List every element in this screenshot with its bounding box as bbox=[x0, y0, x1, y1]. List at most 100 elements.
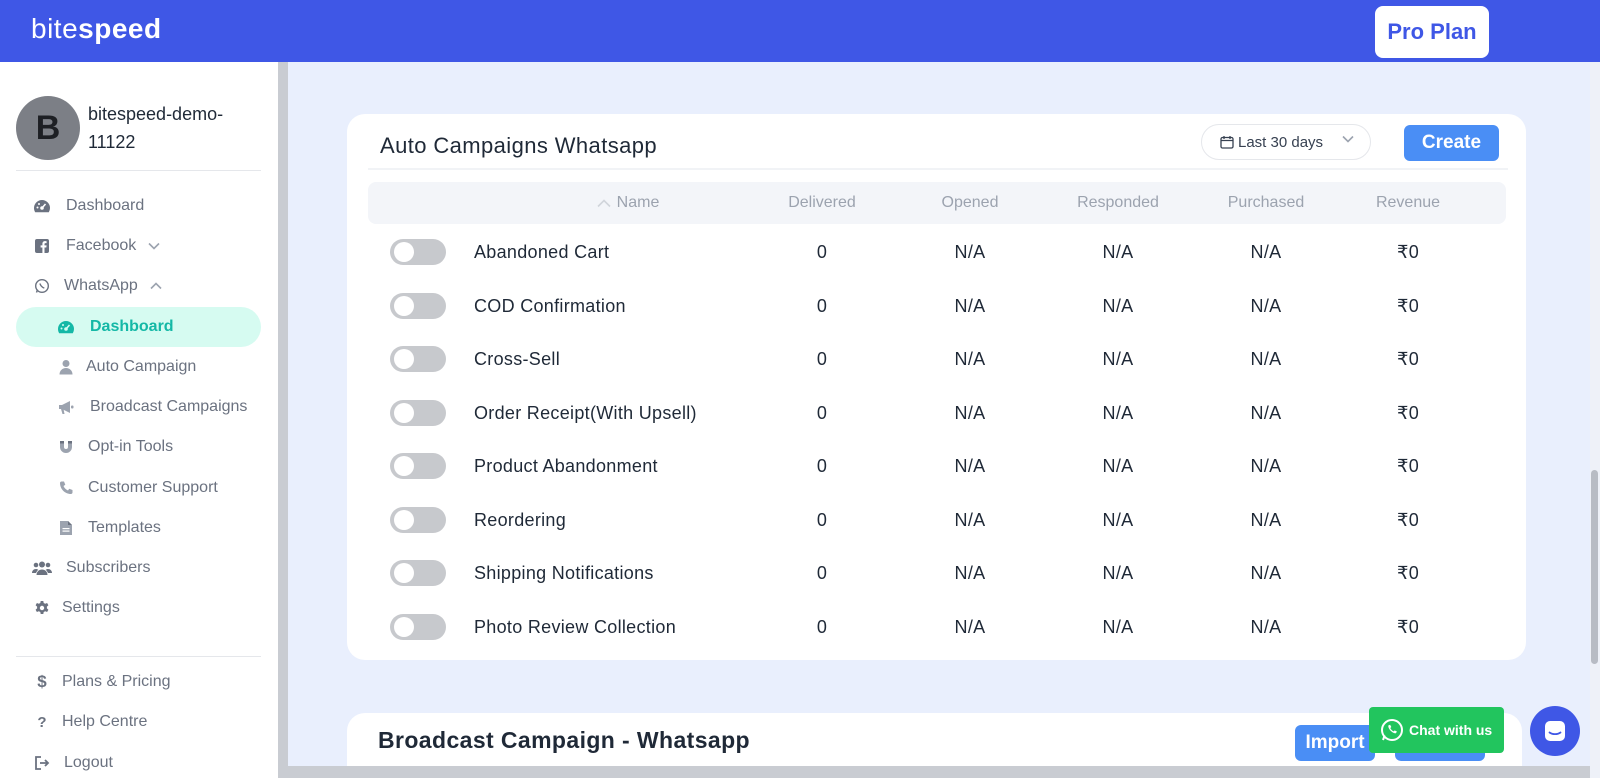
campaign-name[interactable]: Order Receipt(With Upsell) bbox=[474, 387, 774, 440]
create-button[interactable]: Create bbox=[1404, 125, 1499, 161]
responded-value: N/A bbox=[1102, 456, 1134, 476]
sidebar-item-customer-support[interactable]: Customer Support bbox=[16, 468, 261, 508]
sidebar-item-auto-campaign[interactable]: Auto Campaign bbox=[16, 347, 261, 387]
table-header: Name Delivered Opened Responded Purchase… bbox=[368, 182, 1506, 224]
sidebar-item-label: Broadcast Campaigns bbox=[90, 398, 248, 415]
toggle-knob bbox=[394, 403, 414, 423]
responded-value: N/A bbox=[1102, 403, 1134, 423]
user-icon bbox=[56, 357, 76, 377]
sidebar-item-label: Settings bbox=[62, 599, 120, 616]
table-row: COD Confirmation 0 N/A N/A N/A ₹0 bbox=[368, 280, 1506, 333]
sidebar-scrollbar[interactable] bbox=[278, 62, 288, 778]
opened-value: N/A bbox=[954, 403, 986, 423]
table-row: Order Receipt(With Upsell) 0 N/A N/A N/A… bbox=[368, 387, 1506, 440]
sidebar-item-broadcast-campaigns[interactable]: Broadcast Campaigns bbox=[16, 387, 261, 427]
sidebar-item-whatsapp[interactable]: WhatsApp bbox=[16, 266, 261, 306]
campaign-toggle[interactable] bbox=[390, 346, 446, 372]
column-label: Name bbox=[616, 194, 660, 211]
sidebar-item-label: Opt-in Tools bbox=[88, 438, 174, 455]
profile[interactable]: B bitespeed-demo-11122 bbox=[16, 96, 261, 176]
opened-value: N/A bbox=[954, 456, 986, 476]
purchased-value: N/A bbox=[1250, 349, 1282, 369]
logo-text-bold: speed bbox=[78, 13, 162, 44]
table-row: Abandoned Cart 0 N/A N/A N/A ₹0 bbox=[368, 226, 1506, 279]
campaign-toggle[interactable] bbox=[390, 507, 446, 533]
campaign-toggle[interactable] bbox=[390, 614, 446, 640]
avatar: B bbox=[16, 96, 80, 160]
column-header-opened: Opened bbox=[941, 194, 999, 211]
profile-name: bitespeed-demo-11122 bbox=[88, 104, 224, 152]
sidebar: B bitespeed-demo-11122 Dashboard Faceboo… bbox=[0, 62, 278, 778]
campaign-name[interactable]: COD Confirmation bbox=[474, 280, 774, 333]
purchased-value: N/A bbox=[1250, 617, 1282, 637]
sidebar-item-facebook[interactable]: Facebook bbox=[16, 226, 261, 266]
campaign-name[interactable]: Shipping Notifications bbox=[474, 547, 774, 600]
sidebar-item-label: WhatsApp bbox=[64, 277, 138, 294]
sidebar-item-settings[interactable]: Settings bbox=[16, 588, 261, 628]
delivered-value: 0 bbox=[816, 242, 828, 262]
sidebar-item-logout[interactable]: Logout bbox=[16, 743, 261, 778]
revenue-value: ₹0 bbox=[1396, 349, 1420, 369]
campaign-toggle[interactable] bbox=[390, 293, 446, 319]
whatsapp-icon bbox=[32, 276, 52, 296]
sidebar-item-whatsapp-dashboard[interactable]: Dashboard bbox=[16, 307, 261, 347]
purchased-value: N/A bbox=[1250, 563, 1282, 583]
sidebar-item-dashboard[interactable]: Dashboard bbox=[16, 186, 261, 226]
toggle-knob bbox=[394, 510, 414, 530]
main-scrollbar[interactable] bbox=[1590, 62, 1600, 778]
horizontal-scrollbar[interactable] bbox=[288, 766, 1590, 778]
sidebar-item-templates[interactable]: Templates bbox=[16, 508, 261, 548]
column-header-responded: Responded bbox=[1077, 194, 1159, 211]
opened-value: N/A bbox=[954, 563, 986, 583]
campaign-name[interactable]: Abandoned Cart bbox=[474, 226, 774, 279]
dollar-icon: $ bbox=[37, 672, 47, 691]
column-header-name[interactable]: Name bbox=[558, 182, 698, 224]
purchased-value: N/A bbox=[1250, 296, 1282, 316]
sidebar-item-label: Facebook bbox=[66, 237, 137, 254]
campaign-toggle[interactable] bbox=[390, 400, 446, 426]
column-header-delivered: Delivered bbox=[788, 194, 856, 211]
campaign-name[interactable]: Product Abandonment bbox=[474, 440, 774, 493]
sidebar-item-opt-in-tools[interactable]: Opt-in Tools bbox=[16, 427, 261, 467]
campaign-name[interactable]: Cross-Sell bbox=[474, 333, 774, 386]
whatsapp-chat-button[interactable]: Chat with us bbox=[1369, 707, 1504, 753]
table-row: Photo Review Collection 0 N/A N/A N/A ₹0 bbox=[368, 601, 1506, 654]
opened-value: N/A bbox=[954, 510, 986, 530]
sidebar-item-label: Plans & Pricing bbox=[62, 673, 171, 690]
campaign-toggle[interactable] bbox=[390, 453, 446, 479]
broadcast-title: Broadcast Campaign - Whatsapp bbox=[378, 727, 750, 753]
chat-label: Chat with us bbox=[1409, 722, 1493, 738]
delivered-value: 0 bbox=[816, 349, 828, 369]
sidebar-divider bbox=[16, 170, 261, 171]
campaign-name[interactable]: Reordering bbox=[474, 494, 774, 547]
bitespeed-logo[interactable]: bitespeed bbox=[31, 13, 162, 45]
sidebar-item-subscribers[interactable]: Subscribers bbox=[16, 548, 261, 588]
purchased-value: N/A bbox=[1250, 510, 1282, 530]
date-range-select[interactable]: Last 30 days bbox=[1201, 124, 1371, 160]
pro-plan-button[interactable]: Pro Plan bbox=[1375, 6, 1489, 58]
responded-value: N/A bbox=[1102, 617, 1134, 637]
sidebar-item-label: Logout bbox=[64, 754, 113, 771]
revenue-value: ₹0 bbox=[1396, 242, 1420, 262]
sidebar-item-plans-pricing[interactable]: $ Plans & Pricing bbox=[16, 662, 261, 702]
table-row: Reordering 0 N/A N/A N/A ₹0 bbox=[368, 494, 1506, 547]
dashboard-icon bbox=[32, 196, 52, 216]
import-button[interactable]: Import bbox=[1295, 725, 1375, 761]
campaign-toggle[interactable] bbox=[390, 560, 446, 586]
toggle-knob bbox=[394, 242, 414, 262]
purchased-value: N/A bbox=[1250, 403, 1282, 423]
chevron-down-icon bbox=[148, 242, 160, 250]
chat-bubble-button[interactable] bbox=[1530, 706, 1580, 756]
toggle-knob bbox=[394, 456, 414, 476]
facebook-icon bbox=[32, 236, 52, 256]
column-header-revenue: Revenue bbox=[1375, 194, 1441, 211]
revenue-value: ₹0 bbox=[1396, 296, 1420, 316]
sidebar-item-label: Dashboard bbox=[90, 318, 174, 335]
sidebar-item-help-centre[interactable]: ? Help Centre bbox=[16, 702, 261, 742]
responded-value: N/A bbox=[1102, 349, 1134, 369]
delivered-value: 0 bbox=[816, 617, 828, 637]
main-scrollbar-thumb[interactable] bbox=[1591, 470, 1598, 664]
revenue-value: ₹0 bbox=[1396, 617, 1420, 637]
campaign-name[interactable]: Photo Review Collection bbox=[474, 601, 774, 654]
campaign-toggle[interactable] bbox=[390, 239, 446, 265]
